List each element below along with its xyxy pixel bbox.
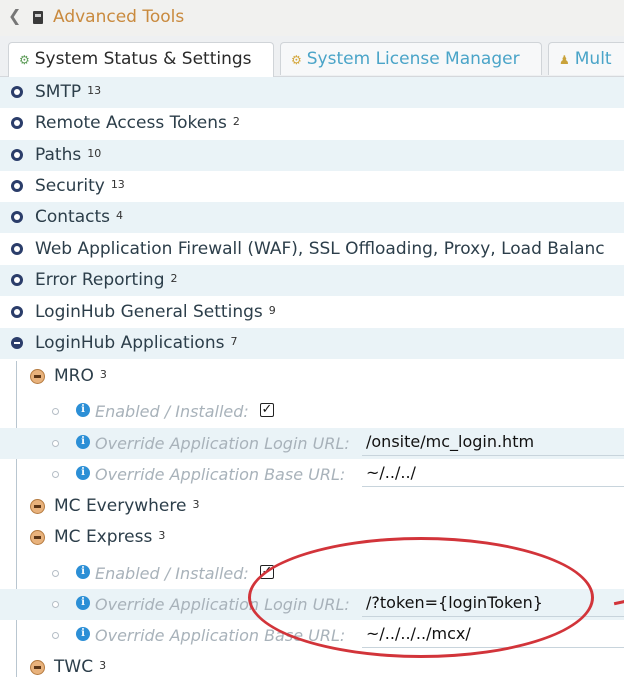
count-badge: 3 [99, 659, 107, 672]
count-badge: 2 [170, 272, 178, 285]
info-icon[interactable]: i [76, 596, 90, 610]
category-label: Web Application Firewall (WAF), SSL Offl… [35, 239, 605, 259]
app-mc-everywhere[interactable]: MC Everywhere 3 [0, 491, 624, 522]
app-label: MC Everywhere 3 [54, 496, 200, 516]
info-icon[interactable]: i [76, 435, 90, 449]
app-label: MC Express 3 [54, 527, 166, 547]
count-badge: 2 [232, 115, 240, 128]
annotation-ellipse [248, 537, 594, 658]
collapse-icon[interactable] [30, 499, 45, 514]
category-error-reporting[interactable]: Error Reporting 2 [0, 265, 624, 296]
category-label: Remote Access Tokens 2 [35, 113, 240, 133]
base-url-field[interactable]: ~/../../ [362, 462, 624, 487]
setting-row: i Override Application Base URL: ~/../..… [0, 459, 624, 490]
enabled-checkbox[interactable]: ✓ [260, 403, 274, 417]
app-mc-express[interactable]: MC Express 3 [0, 522, 624, 553]
category-label: LoginHub Applications 7 [35, 333, 238, 353]
expand-icon[interactable] [11, 180, 23, 192]
bullet-icon [52, 440, 59, 447]
category-label: Error Reporting 2 [35, 270, 178, 290]
tab-mult[interactable]: ♟ Mult [548, 42, 624, 75]
count-badge: 3 [158, 529, 166, 542]
bullet-icon [52, 601, 59, 608]
app-twc[interactable]: TWC 3 [0, 652, 624, 683]
category-contacts[interactable]: Contacts 4 [0, 202, 624, 233]
expand-icon[interactable] [11, 117, 23, 129]
count-badge: 13 [87, 84, 102, 97]
bullet-icon [52, 632, 59, 639]
category-label: LoginHub General Settings 9 [35, 302, 276, 322]
app-label: TWC 3 [54, 657, 107, 677]
collapse-icon[interactable] [30, 530, 45, 545]
bullet-icon [52, 570, 59, 577]
count-badge: 3 [99, 368, 107, 381]
setting-row: i Override Application Login URL: /onsit… [0, 428, 624, 459]
count-badge: 7 [230, 335, 238, 348]
setting-label: Override Application Login URL: [95, 434, 350, 453]
users-icon: ♟ [559, 53, 570, 67]
tab-label: System Status & Settings [34, 49, 252, 69]
info-icon[interactable]: i [76, 627, 90, 641]
count-badge: 9 [268, 304, 276, 317]
count-badge: 4 [116, 209, 123, 222]
info-icon[interactable]: i [76, 565, 90, 579]
setting-label: Enabled / Installed: [95, 402, 249, 421]
gears-icon: ⚙ [19, 53, 30, 67]
login-url-field[interactable]: /onsite/mc_login.htm [362, 431, 624, 456]
chevron-left-icon[interactable]: ❮ [8, 6, 21, 25]
toolbox-icon [33, 11, 43, 24]
header-bar: ❮ Advanced Tools [0, 0, 624, 36]
category-remote-access-tokens[interactable]: Remote Access Tokens 2 [0, 108, 624, 139]
category-label: SMTP 13 [35, 82, 102, 102]
expand-icon[interactable] [11, 86, 23, 98]
count-badge: 10 [87, 147, 102, 160]
collapse-icon[interactable] [30, 660, 45, 675]
key-icon: ⚙ [291, 53, 302, 67]
category-smtp[interactable]: SMTP 13 [0, 77, 624, 108]
setting-label: Override Application Base URL: [95, 465, 346, 484]
category-label: Paths 10 [35, 145, 102, 165]
expand-icon[interactable] [11, 243, 23, 255]
tab-system-license-manager[interactable]: ⚙ System License Manager [280, 42, 542, 75]
tab-label: System License Manager [306, 49, 520, 69]
category-label: Contacts 4 [35, 207, 123, 227]
setting-label: Enabled / Installed: [95, 564, 249, 583]
expand-icon[interactable] [11, 211, 23, 223]
count-badge: 13 [110, 178, 125, 191]
expand-icon[interactable] [11, 274, 23, 286]
bullet-icon [52, 408, 59, 415]
category-loginhub-general-settings[interactable]: LoginHub General Settings 9 [0, 297, 624, 328]
setting-row: i Enabled / Installed: ✓ [0, 396, 624, 427]
category-security[interactable]: Security 13 [0, 171, 624, 202]
info-icon[interactable]: i [76, 403, 90, 417]
expand-icon[interactable] [11, 149, 23, 161]
category-label: Security 13 [35, 176, 125, 196]
page-title: Advanced Tools [53, 7, 185, 27]
tab-label: Mult [574, 49, 612, 69]
collapse-icon[interactable] [11, 337, 23, 349]
count-badge: 3 [192, 498, 200, 511]
tab-system-status-settings[interactable]: ⚙ System Status & Settings [8, 42, 274, 77]
collapse-icon[interactable] [30, 369, 45, 384]
bullet-icon [52, 471, 59, 478]
category-waf[interactable]: Web Application Firewall (WAF), SSL Offl… [0, 234, 624, 265]
expand-icon[interactable] [11, 306, 23, 318]
app-mro[interactable]: MRO 3 [0, 361, 624, 392]
category-loginhub-applications[interactable]: LoginHub Applications 7 [0, 328, 624, 359]
category-paths[interactable]: Paths 10 [0, 140, 624, 171]
tab-bar: ⚙ System Status & Settings ⚙ System Licens… [0, 36, 624, 77]
info-icon[interactable]: i [76, 466, 90, 480]
app-label: MRO 3 [54, 366, 107, 386]
